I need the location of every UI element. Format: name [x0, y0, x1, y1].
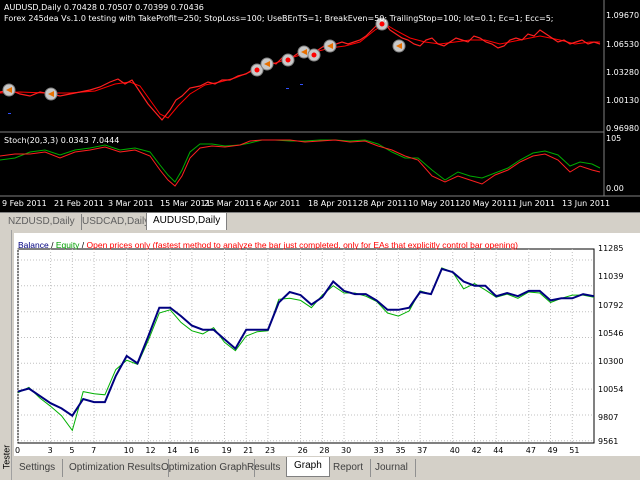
- y-tick-label: 10792: [598, 301, 624, 310]
- legend-separator: /: [79, 240, 87, 250]
- y-tick-label: 10546: [598, 329, 624, 338]
- date-label: 3 Mar 2011: [108, 199, 154, 208]
- tab-optimization-results[interactable]: Optimization Results: [62, 459, 169, 477]
- chart-tab-usdcad[interactable]: USDCAD,Daily: [76, 214, 157, 230]
- legend-balance: Balance: [18, 240, 49, 250]
- legend-separator: /: [48, 240, 56, 250]
- x-tick-label: 42: [471, 446, 482, 455]
- y-tick-label: 9561: [598, 437, 619, 446]
- price-label: 1.06530: [606, 40, 640, 49]
- price-label: 0.96980: [606, 124, 640, 133]
- x-tick-label: 37: [417, 446, 428, 455]
- mt4-terminal: AUDUSD,Daily 0.70428 0.70507 0.70399 0.7…: [0, 0, 640, 480]
- date-label: 10 May 2011: [408, 199, 461, 208]
- x-tick-label: 30: [341, 446, 352, 455]
- price-label: 1.00130: [606, 96, 640, 105]
- graph-legend: Balance / Equity / Open prices only (fas…: [18, 240, 518, 251]
- date-label: 9 Feb 2011: [2, 199, 47, 208]
- stoch-main-line: [0, 139, 601, 187]
- price-chart[interactable]: AUDUSD,Daily 0.70428 0.70507 0.70399 0.7…: [0, 0, 640, 212]
- stoch-signal-line: [0, 139, 601, 183]
- x-tick-label: 14: [167, 446, 178, 455]
- strategy-tester-panel: Tester Balance / Equity / Open prices on…: [0, 230, 640, 480]
- date-label: 25 Mar 2011: [204, 199, 255, 208]
- chart-tab-bar: NZDUSD,Daily USDCAD,Daily AUDUSD,Daily: [0, 212, 640, 231]
- date-label: 13 Jun 2011: [562, 199, 611, 208]
- x-tick-label: 26: [297, 446, 308, 455]
- tab-results[interactable]: Results: [240, 459, 289, 477]
- y-tick-label: 10300: [598, 357, 624, 366]
- balance-series-line: [17, 267, 595, 418]
- x-tick-label: 40: [449, 446, 460, 455]
- balance-equity-graph[interactable]: Balance / Equity / Open prices only (fas…: [14, 233, 640, 456]
- x-tick-label: 12: [145, 446, 156, 455]
- y-tick-label: 11285: [598, 244, 624, 253]
- tab-journal[interactable]: Journal: [368, 459, 416, 477]
- moving-average-line: [0, 23, 600, 119]
- date-label: 28 Apr 2011: [358, 199, 408, 208]
- legend-testing-mode: Open prices only (fastest method to anal…: [86, 240, 518, 250]
- x-tick-label: 23: [264, 446, 276, 455]
- tab-settings[interactable]: Settings: [12, 459, 64, 477]
- x-tick-label: 49: [547, 446, 558, 455]
- ea-parameters: Forex 245dea Vs.1.0 testing with TakePro…: [4, 14, 554, 23]
- tester-side-label: Tester: [1, 444, 12, 470]
- y-tick-label: 11039: [598, 272, 624, 281]
- tester-tab-bar: Settings Optimization Results Optimizati…: [12, 457, 640, 480]
- date-label: 18 Apr 2011: [308, 199, 358, 208]
- price-line: [0, 21, 601, 121]
- y-tick-label: 10054: [598, 385, 624, 394]
- y-tick-label: 9807: [598, 413, 619, 422]
- date-label: 6 Apr 2011: [256, 199, 301, 208]
- x-tick-label: 3: [47, 446, 53, 455]
- x-tick-label: 28: [319, 446, 330, 455]
- x-tick-label: 51: [569, 446, 580, 455]
- x-tick-label: 44: [493, 446, 504, 455]
- plot-frame: [17, 248, 595, 444]
- chart-tab-nzdusd[interactable]: NZDUSD,Daily: [2, 214, 82, 230]
- x-tick-label: 19: [221, 446, 232, 455]
- x-tick-label: 0: [15, 446, 21, 455]
- graph-canvas: [17, 248, 595, 444]
- date-label: 21 Feb 2011: [54, 199, 104, 208]
- x-tick-label: 16: [188, 446, 200, 455]
- stoch-level-label: 105: [606, 134, 622, 143]
- x-tick-label: 33: [373, 446, 384, 455]
- date-label: 1 Jun 2011: [512, 199, 556, 208]
- price-label: 1.03280: [606, 68, 640, 77]
- stoch-label: Stoch(20,3,3) 0.0343 7.0444: [4, 136, 120, 145]
- symbol-info: AUDUSD,Daily 0.70428 0.70507 0.70399 0.7…: [4, 3, 204, 12]
- chart-tab-audusd[interactable]: AUDUSD,Daily: [146, 213, 228, 231]
- x-tick-label: 21: [243, 446, 254, 455]
- date-label: 20 May 2011: [460, 199, 513, 208]
- price-label: 1.09670: [606, 11, 640, 20]
- price-chart-canvas: [0, 0, 640, 197]
- stoch-level-label: 0.00: [606, 184, 624, 193]
- x-tick-label: 47: [525, 446, 536, 455]
- x-tick-label: 10: [123, 446, 134, 455]
- tester-side-bar[interactable]: Tester: [0, 230, 12, 480]
- legend-equity: Equity: [55, 240, 80, 250]
- x-tick-label: 35: [395, 446, 406, 455]
- trade-markers: [2, 17, 406, 101]
- tab-graph[interactable]: Graph: [286, 457, 330, 477]
- tab-report[interactable]: Report: [326, 459, 372, 477]
- x-tick-label: 7: [91, 446, 97, 455]
- x-tick-label: 5: [69, 446, 75, 455]
